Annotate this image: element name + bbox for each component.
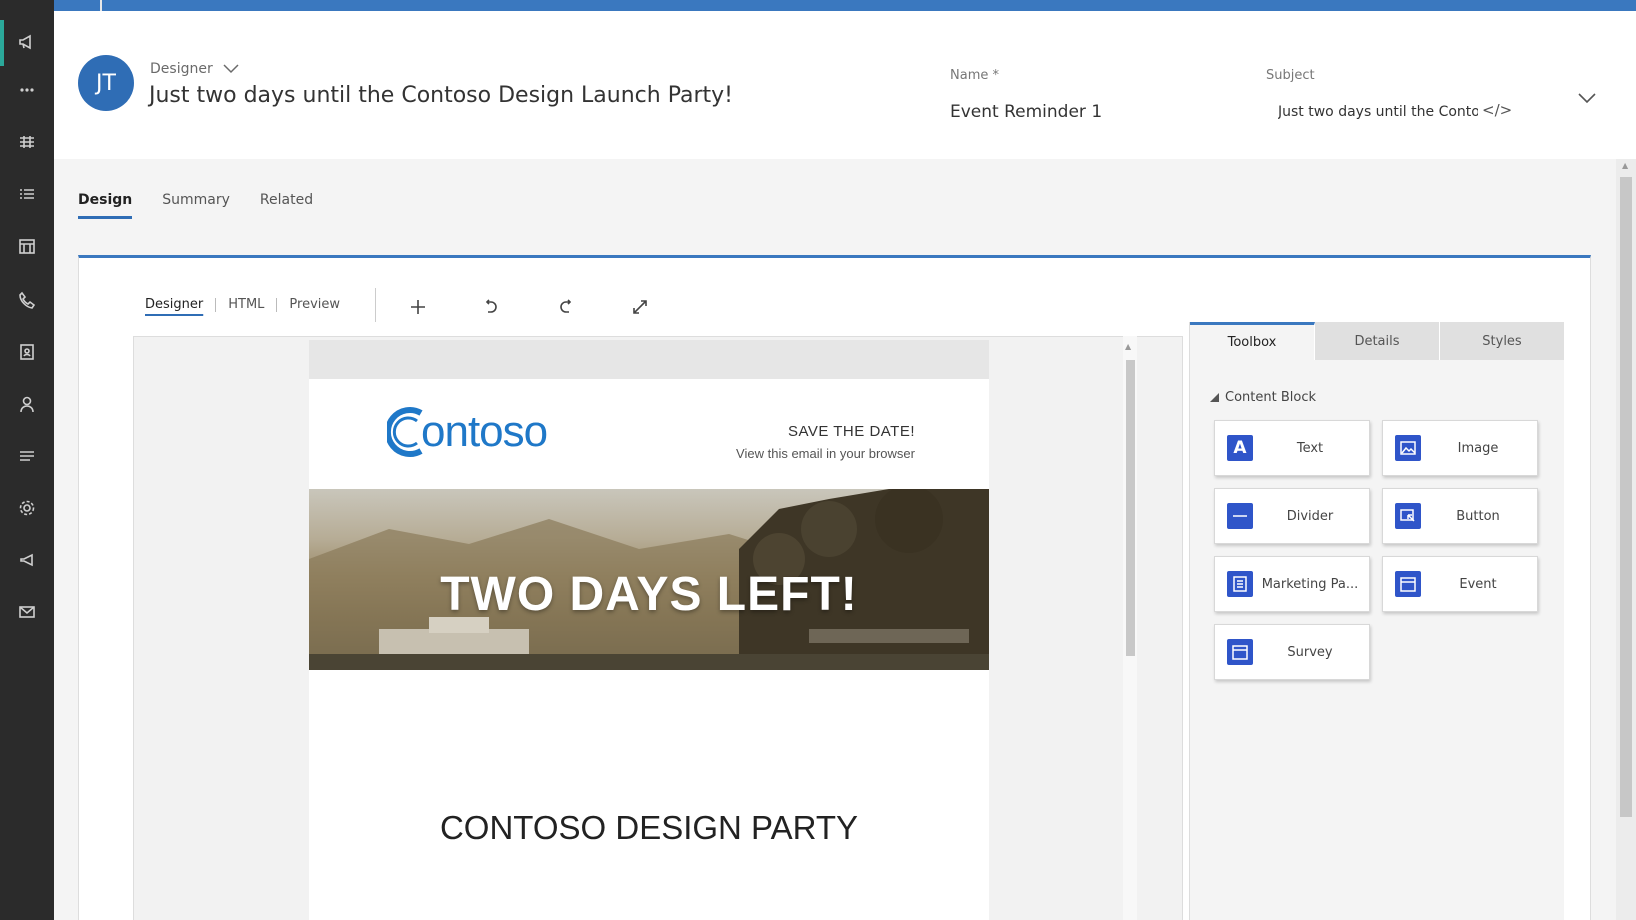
- tab-related[interactable]: Related: [260, 192, 313, 219]
- form-selector[interactable]: Designer: [150, 61, 239, 77]
- canvas-scroll-thumb[interactable]: [1126, 360, 1135, 656]
- toolbox-panel: Toolbox Details Styles Content Block A T…: [1189, 322, 1565, 920]
- top-command-strip: [54, 0, 1636, 11]
- block-image[interactable]: Image: [1382, 420, 1538, 476]
- contacts-book-icon[interactable]: [0, 334, 54, 370]
- record-header: JT Designer Just two days until the Cont…: [54, 11, 1636, 159]
- tab-details[interactable]: Details: [1315, 322, 1440, 360]
- hero-image[interactable]: TWO DAYS LEFT!: [309, 489, 989, 670]
- toolbar-divider: [375, 288, 376, 322]
- page-scroll-thumb[interactable]: [1620, 177, 1632, 817]
- email-canvas[interactable]: ontoso SAVE THE DATE! View this email in…: [133, 336, 1183, 920]
- mail-icon[interactable]: [0, 594, 54, 630]
- left-nav-rail: [0, 0, 54, 920]
- email-top-section[interactable]: [309, 340, 989, 379]
- person-icon[interactable]: [0, 386, 54, 422]
- editor-mode-switcher: Designer HTML Preview: [145, 298, 352, 312]
- mode-html[interactable]: HTML: [215, 298, 276, 312]
- marketing-page-icon: [1227, 571, 1253, 597]
- gear-icon[interactable]: [0, 490, 54, 526]
- header-expand-button[interactable]: [1578, 89, 1596, 104]
- expand-icon[interactable]: [627, 294, 653, 320]
- scroll-up-arrow-icon[interactable]: ▲: [1125, 342, 1131, 351]
- chevron-down-icon: [1578, 93, 1596, 104]
- content-block-section[interactable]: Content Block: [1210, 390, 1316, 405]
- logo-text: ontoso: [421, 407, 548, 456]
- campaign-icon[interactable]: [0, 542, 54, 578]
- undo-icon[interactable]: [478, 294, 504, 320]
- block-label: Button: [1456, 508, 1500, 524]
- tab-design[interactable]: Design: [78, 192, 133, 219]
- block-label: Image: [1457, 440, 1499, 456]
- email-body[interactable]: ontoso SAVE THE DATE! View this email in…: [309, 379, 989, 920]
- text-icon: A: [1227, 435, 1253, 461]
- block-label: Text: [1296, 440, 1324, 456]
- block-text[interactable]: A Text: [1214, 420, 1370, 476]
- party-title: CONTOSO DESIGN PARTY: [439, 809, 859, 846]
- redo-icon[interactable]: [553, 294, 579, 320]
- tab-styles[interactable]: Styles: [1440, 322, 1565, 360]
- form-tabs: Design Summary Related: [78, 192, 313, 219]
- block-label: Marketing Pa...: [1261, 576, 1359, 592]
- panel-tabs: Toolbox Details Styles: [1190, 322, 1565, 360]
- top-strip-divider: [100, 0, 102, 11]
- contoso-logo: ontoso: [387, 399, 548, 465]
- event-icon: [1395, 571, 1421, 597]
- chevron-down-icon[interactable]: [223, 64, 239, 74]
- code-icon[interactable]: </>: [1482, 101, 1512, 119]
- list-icon[interactable]: [0, 176, 54, 212]
- lines-icon[interactable]: [0, 438, 54, 474]
- block-label: Survey: [1287, 644, 1333, 660]
- name-field-label: Name *: [950, 68, 999, 83]
- view-in-browser-link[interactable]: View this email in your browser: [736, 446, 915, 461]
- scroll-up-arrow-icon[interactable]: ▲: [1622, 161, 1628, 170]
- survey-icon: [1227, 639, 1253, 665]
- hero-headline: TWO DAYS LEFT!: [440, 568, 858, 621]
- add-icon[interactable]: [405, 294, 431, 320]
- block-label: Event: [1459, 576, 1497, 592]
- tab-summary[interactable]: Summary: [162, 192, 230, 219]
- record-title: Just two days until the Contoso Design L…: [149, 83, 733, 108]
- divider-icon: [1227, 503, 1253, 529]
- image-icon: [1395, 435, 1421, 461]
- subject-field-label: Subject: [1266, 68, 1315, 83]
- dashboard-icon[interactable]: [0, 124, 54, 160]
- page-scrollbar[interactable]: ▲: [1616, 159, 1636, 920]
- block-event[interactable]: Event: [1382, 556, 1538, 612]
- block-label: Divider: [1286, 508, 1334, 524]
- block-survey[interactable]: Survey: [1214, 624, 1370, 680]
- tab-toolbox[interactable]: Toolbox: [1190, 322, 1315, 360]
- block-button[interactable]: Button: [1382, 488, 1538, 544]
- mode-designer[interactable]: Designer: [145, 298, 215, 312]
- collapse-triangle-icon[interactable]: [1210, 393, 1219, 402]
- phone-icon[interactable]: [0, 282, 54, 318]
- mode-preview[interactable]: Preview: [276, 298, 352, 312]
- subject-field[interactable]: Just two days until the Contoso Design L…: [1278, 104, 1478, 120]
- megaphone-icon[interactable]: [0, 24, 54, 60]
- avatar: JT: [78, 55, 134, 111]
- section-title: Content Block: [1225, 390, 1316, 405]
- more-icon[interactable]: [0, 72, 54, 108]
- designer-card: Designer HTML Preview ontoso SAVE THE DA…: [78, 255, 1591, 920]
- canvas-scrollbar[interactable]: ▲: [1123, 336, 1137, 920]
- block-divider[interactable]: Divider: [1214, 488, 1370, 544]
- button-icon: [1395, 503, 1421, 529]
- save-the-date-text: SAVE THE DATE!: [787, 423, 915, 440]
- calendar-icon[interactable]: [0, 228, 54, 264]
- name-field[interactable]: Event Reminder 1: [950, 102, 1102, 122]
- block-marketing-page[interactable]: Marketing Pa...: [1214, 556, 1370, 612]
- form-type-label: Designer: [150, 61, 213, 77]
